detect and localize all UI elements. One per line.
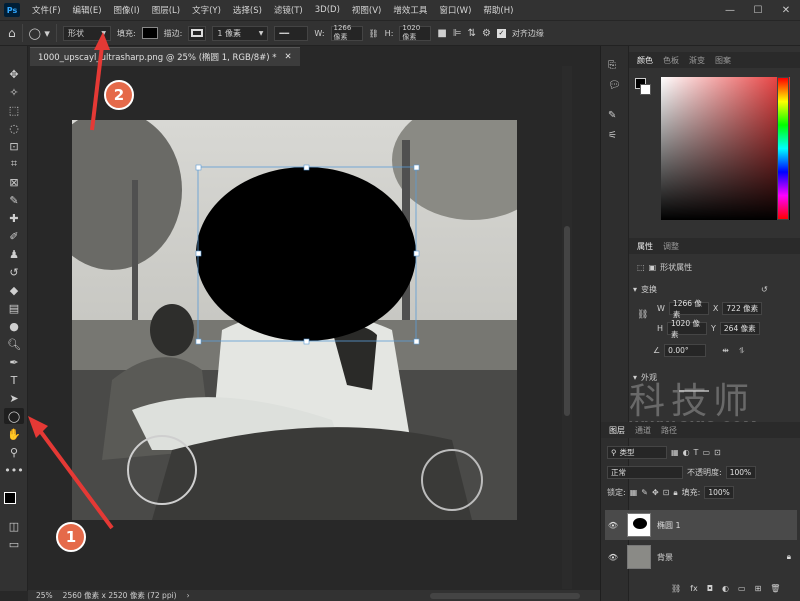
step-badge-1: 1 (56, 522, 86, 552)
step-badge-2: 2 (104, 80, 134, 110)
